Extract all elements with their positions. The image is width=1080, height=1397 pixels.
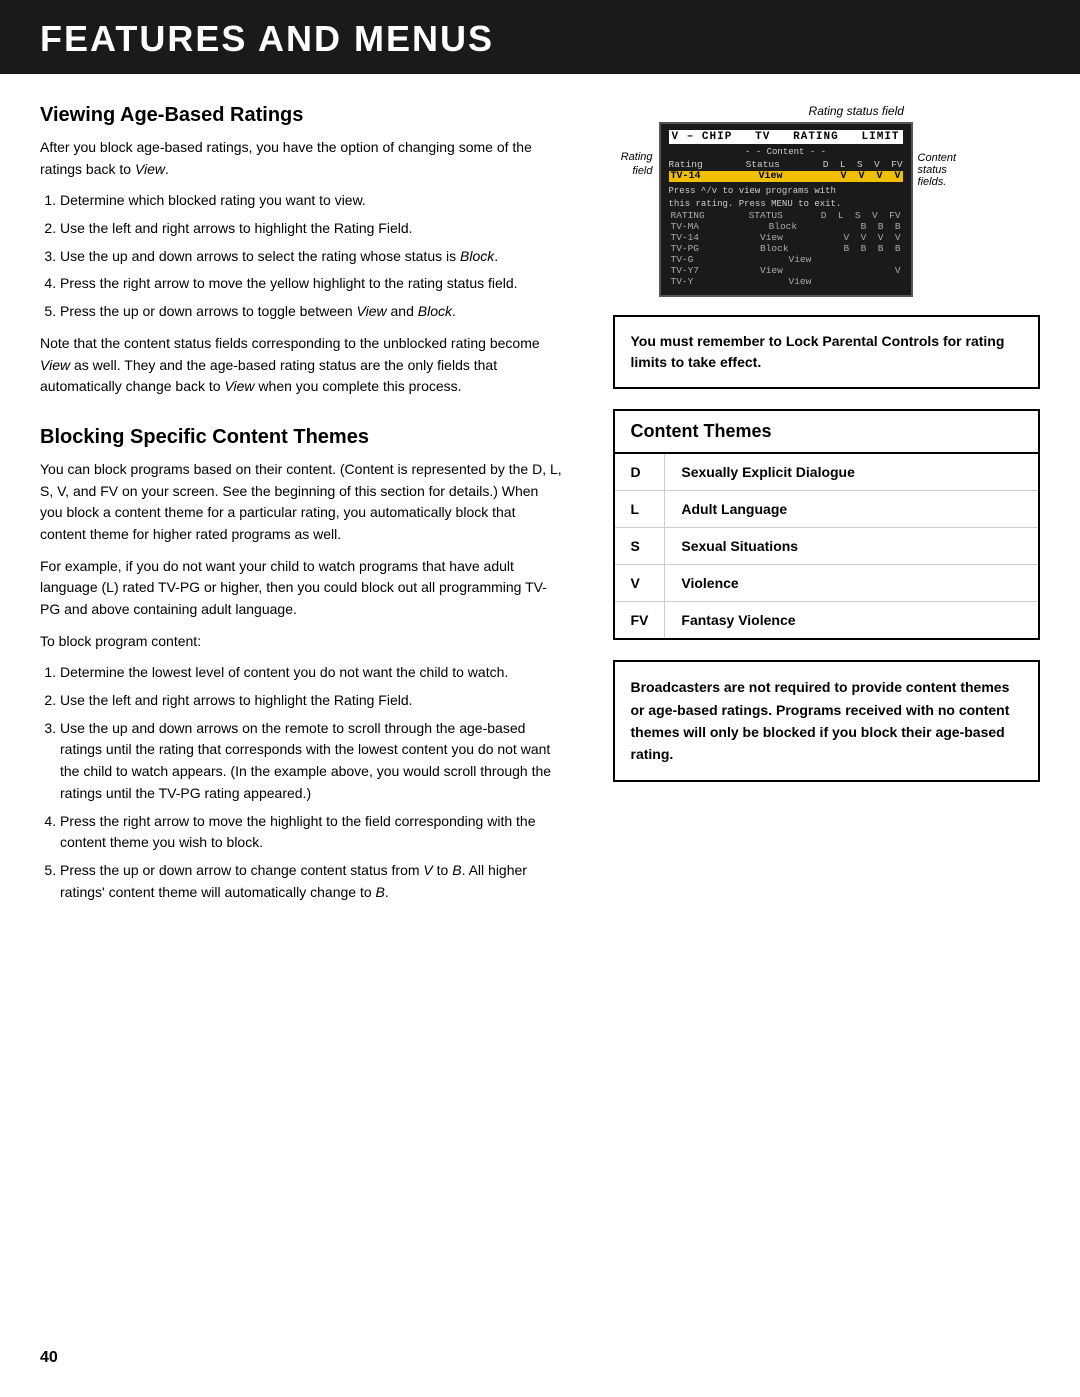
hl-status: View [759, 171, 783, 182]
data-row: TV-MA Block B B B [669, 221, 903, 232]
data-row: TV-14 View V V V V [669, 232, 903, 243]
page-header: Features and Menus [0, 0, 1080, 74]
theme-label: Violence [665, 565, 1038, 602]
theme-label: Sexual Situations [665, 528, 1038, 565]
rating-field-label: Ratingfield [613, 150, 653, 179]
section1-steps: Determine which blocked rating you want … [40, 190, 563, 322]
section2-title: Blocking Specific Content Themes [40, 426, 563, 449]
theme-row: V Violence [615, 565, 1039, 602]
content-themes-box: Content Themes D Sexually Explicit Dialo… [613, 409, 1041, 640]
chip-title: V – CHIP TV RATING LIMIT [669, 130, 903, 144]
main-content: Viewing Age-Based Ratings After you bloc… [0, 104, 1080, 913]
warning-text: You must remember to Lock Parental Contr… [631, 333, 1005, 370]
bottom-note-text: Broadcasters are not required to provide… [631, 679, 1010, 762]
col-content: D L S V FV [823, 159, 903, 170]
page-title: Features and Menus [40, 18, 1040, 60]
step-item: Determine which blocked rating you want … [60, 190, 563, 212]
step-item: Use the up and down arrows on the remote… [60, 718, 563, 805]
data-row: TV-PG Block B B B B [669, 243, 903, 254]
step-item: Use the up and down arrows to select the… [60, 246, 563, 268]
section2: Blocking Specific Content Themes You can… [40, 426, 563, 903]
theme-row: D Sexually Explicit Dialogue [615, 454, 1039, 491]
data-row: RATING STATUS D L S V FV [669, 210, 903, 221]
section1-intro: After you block age-based ratings, you h… [40, 137, 563, 180]
hl-rating: TV-14 [671, 171, 701, 182]
hl-content: V V V V [841, 171, 901, 182]
rating-box-wrap: V – CHIP TV RATING LIMIT - - Content - -… [659, 122, 913, 297]
theme-code: S [615, 528, 665, 565]
data-row: TV-Y View [669, 276, 903, 287]
theme-label: Sexually Explicit Dialogue [665, 454, 1038, 491]
section1-title: Viewing Age-Based Ratings [40, 104, 563, 127]
theme-code: L [615, 491, 665, 528]
theme-row: L Adult Language [615, 491, 1039, 528]
theme-label: Fantasy Violence [665, 602, 1038, 639]
chip-note: Press ^/v to view programs withthis rati… [669, 185, 903, 210]
bottom-note-box: Broadcasters are not required to provide… [613, 660, 1041, 782]
theme-row: FV Fantasy Violence [615, 602, 1039, 639]
step-item: Press the right arrow to move the highli… [60, 811, 563, 854]
rating-diagram: Rating status field Ratingfield V – CHIP… [613, 104, 1041, 297]
step-item: Determine the lowest level of content yo… [60, 662, 563, 684]
chip-subtitle: - - Content - - [669, 147, 903, 157]
rating-outer: Ratingfield V – CHIP TV RATING LIMIT - -… [613, 122, 1041, 297]
col-status: Status [746, 159, 780, 170]
section2-para3: To block program content: [40, 631, 563, 653]
page-number: 40 [40, 1349, 58, 1367]
step-item: Use the left and right arrows to highlig… [60, 690, 563, 712]
theme-code: D [615, 454, 665, 491]
step-item: Press the up or down arrow to change con… [60, 860, 563, 903]
step-item: Press the right arrow to move the yellow… [60, 273, 563, 295]
section2-para2: For example, if you do not want your chi… [40, 556, 563, 621]
right-column: Rating status field Ratingfield V – CHIP… [603, 104, 1041, 913]
rating-status-label: Rating status field [673, 104, 1041, 118]
page-wrapper: Features and Menus Viewing Age-Based Rat… [0, 0, 1080, 1397]
section2-steps: Determine the lowest level of content yo… [40, 662, 563, 903]
theme-code: V [615, 565, 665, 602]
data-row: TV-Y7 View V [669, 265, 903, 276]
col-rating: Rating [669, 159, 703, 170]
theme-label: Adult Language [665, 491, 1038, 528]
rating-screen: V – CHIP TV RATING LIMIT - - Content - -… [659, 122, 913, 297]
content-themes-table: D Sexually Explicit Dialogue L Adult Lan… [615, 454, 1039, 638]
content-themes-header: Content Themes [615, 411, 1039, 454]
left-column: Viewing Age-Based Ratings After you bloc… [40, 104, 603, 913]
highlight-row: TV-14 View V V V V [669, 171, 903, 182]
section1-note: Note that the content status fields corr… [40, 333, 563, 398]
theme-code: FV [615, 602, 665, 639]
step-item: Press the up or down arrows to toggle be… [60, 301, 563, 323]
chip-cols: Rating Status D L S V FV [669, 159, 903, 170]
theme-row: S Sexual Situations [615, 528, 1039, 565]
step-item: Use the left and right arrows to highlig… [60, 218, 563, 240]
section2-para1: You can block programs based on their co… [40, 459, 563, 546]
content-fields-label: Contentstatusfields. [918, 152, 993, 188]
warning-box: You must remember to Lock Parental Contr… [613, 315, 1041, 389]
data-row: TV-G View [669, 254, 903, 265]
